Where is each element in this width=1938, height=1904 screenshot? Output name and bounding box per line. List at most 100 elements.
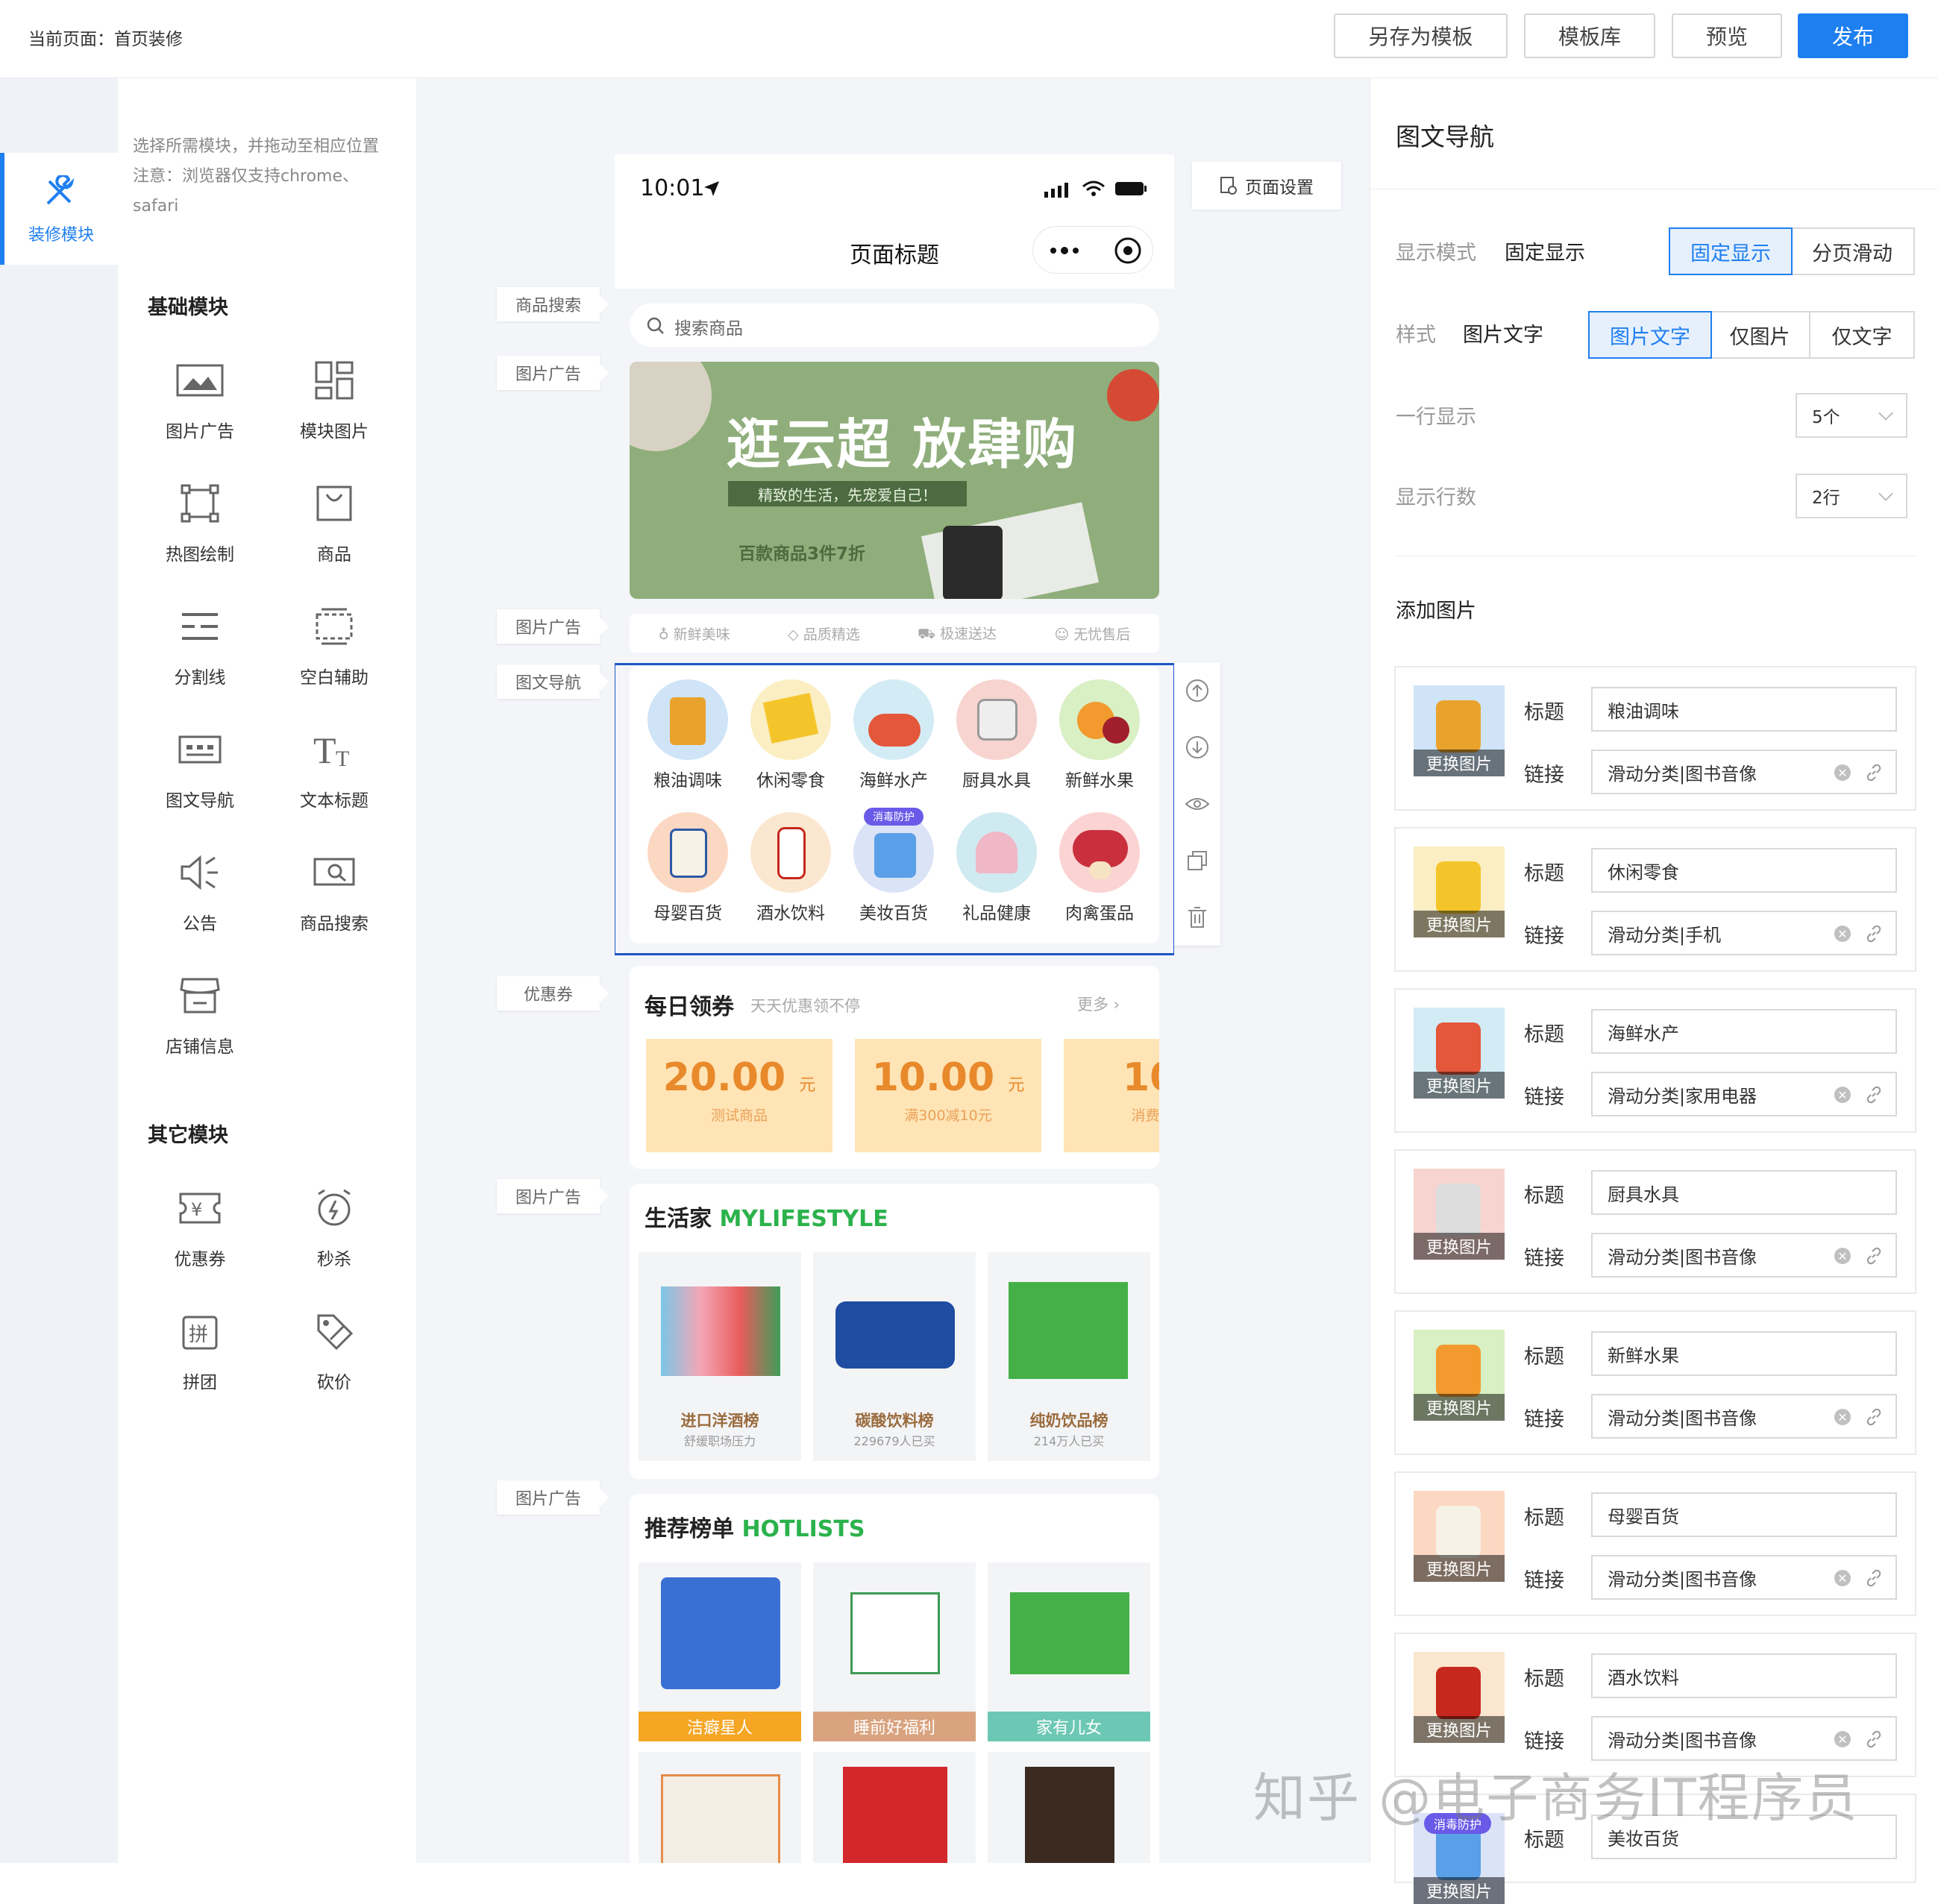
- title-field[interactable]: 厨具水具: [1591, 1170, 1897, 1215]
- preview-button[interactable]: 预览: [1672, 13, 1782, 58]
- tag-product-search[interactable]: 商品搜索: [497, 287, 609, 321]
- nav-item[interactable]: 消毒防护 美妆百货: [841, 808, 946, 924]
- option-paged[interactable]: 分页滑动: [1791, 229, 1913, 274]
- lifestyle-card[interactable]: 纯奶饮品榜 214万人已买: [988, 1252, 1150, 1461]
- module-product[interactable]: 商品: [278, 470, 390, 574]
- lifestyle-card[interactable]: 进口洋酒榜 舒缓职场压力: [639, 1252, 801, 1461]
- nav-item[interactable]: 新鲜水果: [1047, 679, 1152, 791]
- link-icon[interactable]: [1864, 1246, 1884, 1266]
- publish-button[interactable]: 发布: [1798, 13, 1908, 58]
- hotlist-card[interactable]: 洁癖星人: [639, 1562, 801, 1741]
- coupon-card[interactable]: 20.00 元测试商品: [646, 1039, 832, 1152]
- module-bargain[interactable]: 砍价: [278, 1298, 390, 1402]
- tag-coupon[interactable]: 优惠券: [497, 976, 609, 1011]
- replace-image-button[interactable]: 更换图片: [1414, 911, 1505, 937]
- item-thumbnail[interactable]: 更换图片: [1414, 685, 1505, 776]
- hotlist-card[interactable]: [813, 1752, 976, 1863]
- replace-image-button[interactable]: 更换图片: [1414, 1877, 1505, 1904]
- link-icon[interactable]: [1864, 1568, 1884, 1588]
- clear-icon[interactable]: ✕: [1834, 1087, 1851, 1103]
- module-notice[interactable]: 公告: [144, 839, 256, 943]
- delete-icon[interactable]: [1174, 889, 1220, 946]
- nav-item[interactable]: 礼品健康: [944, 812, 1049, 924]
- module-group-buy[interactable]: 拼拼团: [144, 1298, 256, 1402]
- tag-image-ad[interactable]: 图片广告: [497, 1480, 609, 1515]
- nav-item[interactable]: 母婴百货: [636, 812, 740, 924]
- tag-image-ad[interactable]: 图片广告: [497, 609, 609, 644]
- module-image-nav[interactable]: 图文导航: [144, 716, 256, 820]
- item-thumbnail[interactable]: 更换图片: [1414, 1491, 1505, 1582]
- move-down-icon[interactable]: [1174, 719, 1220, 776]
- tab-decoration-modules[interactable]: 装修模块: [0, 153, 118, 265]
- hotlist-card[interactable]: [639, 1752, 801, 1863]
- template-library-button[interactable]: 模板库: [1524, 13, 1655, 58]
- link-field[interactable]: 滑动分类|图书音像 ✕: [1591, 1716, 1897, 1761]
- clear-icon[interactable]: ✕: [1834, 1731, 1851, 1747]
- module-store-info[interactable]: 店铺信息: [144, 962, 256, 1066]
- link-icon[interactable]: [1864, 763, 1884, 782]
- clear-icon[interactable]: ✕: [1834, 926, 1851, 942]
- module-block-image[interactable]: 模块图片: [278, 347, 390, 451]
- replace-image-button[interactable]: 更换图片: [1414, 1555, 1505, 1582]
- hotlist-card[interactable]: 睡前好福利: [813, 1562, 976, 1741]
- module-coupon[interactable]: ¥ 优惠券: [144, 1175, 256, 1279]
- banner-image[interactable]: 逛云超 放肆购 精致的生活，先宠爱自己！ 百款商品3件7折: [630, 362, 1159, 599]
- module-hotspot[interactable]: 热图绘制: [144, 470, 256, 574]
- item-thumbnail[interactable]: 更换图片: [1414, 1169, 1505, 1260]
- clear-icon[interactable]: ✕: [1834, 1248, 1851, 1264]
- item-thumbnail[interactable]: 更换图片: [1414, 1008, 1505, 1099]
- item-thumbnail[interactable]: 更换图片: [1414, 1330, 1505, 1421]
- coupon-card[interactable]: 10.00 元满300减10元: [855, 1039, 1041, 1152]
- title-field[interactable]: 粮油调味: [1591, 687, 1897, 732]
- lifestyle-card[interactable]: 碳酸饮料榜 229679人已买: [813, 1252, 976, 1461]
- clear-icon[interactable]: ✕: [1834, 764, 1851, 781]
- search-input[interactable]: 搜索商品: [630, 304, 1159, 347]
- replace-image-button[interactable]: 更换图片: [1414, 1233, 1505, 1260]
- tag-image-nav[interactable]: 图文导航: [497, 664, 609, 699]
- nav-item[interactable]: 厨具水具: [944, 679, 1049, 791]
- coupon-card[interactable]: 10.消费满2: [1064, 1039, 1159, 1152]
- nav-item[interactable]: 休闲零食: [738, 679, 843, 791]
- hotlist-card[interactable]: [988, 1752, 1150, 1863]
- tag-image-ad[interactable]: 图片广告: [497, 1179, 609, 1213]
- clear-icon[interactable]: ✕: [1834, 1409, 1851, 1425]
- replace-image-button[interactable]: 更换图片: [1414, 1716, 1505, 1743]
- hotlist-card[interactable]: 家有儿女: [988, 1562, 1150, 1741]
- module-blank[interactable]: 空白辅助: [278, 593, 390, 697]
- per-row-select[interactable]: 5个: [1796, 393, 1907, 438]
- option-text-only[interactable]: 仅文字: [1810, 312, 1913, 357]
- page-setting-button[interactable]: 页面设置: [1192, 162, 1341, 210]
- eye-icon[interactable]: [1174, 776, 1220, 832]
- title-field[interactable]: 新鲜水果: [1591, 1331, 1897, 1376]
- item-thumbnail[interactable]: 更换图片: [1414, 1652, 1505, 1743]
- link-icon[interactable]: [1864, 924, 1884, 943]
- clear-icon[interactable]: ✕: [1834, 1570, 1851, 1586]
- replace-image-button[interactable]: 更换图片: [1414, 1072, 1505, 1099]
- capsule-menu[interactable]: [1032, 226, 1153, 274]
- coupon-more-link[interactable]: 更多 ›: [1077, 993, 1120, 1015]
- module-flash-sale[interactable]: 秒杀: [278, 1175, 390, 1279]
- link-field[interactable]: 滑动分类|手机 ✕: [1591, 911, 1897, 955]
- module-divider[interactable]: 分割线: [144, 593, 256, 697]
- nav-item[interactable]: 海鲜水产: [841, 679, 946, 791]
- title-field[interactable]: 休闲零食: [1591, 848, 1897, 893]
- link-icon[interactable]: [1864, 1407, 1884, 1427]
- save-as-template-button[interactable]: 另存为模板: [1334, 13, 1508, 58]
- replace-image-button[interactable]: 更换图片: [1414, 1394, 1505, 1421]
- rows-select[interactable]: 2行: [1796, 474, 1907, 518]
- title-field[interactable]: 海鲜水产: [1591, 1009, 1897, 1054]
- title-field[interactable]: 酒水饮料: [1591, 1653, 1897, 1698]
- title-field[interactable]: 母婴百货: [1591, 1492, 1897, 1537]
- option-image-text[interactable]: 图片文字: [1588, 311, 1712, 359]
- link-field[interactable]: 滑动分类|图书音像 ✕: [1591, 750, 1897, 794]
- nav-item[interactable]: 酒水饮料: [738, 812, 843, 924]
- link-icon[interactable]: [1864, 1085, 1884, 1105]
- module-product-search[interactable]: 商品搜索: [278, 839, 390, 943]
- module-image-ad[interactable]: 图片广告: [144, 347, 256, 451]
- replace-image-button[interactable]: 更换图片: [1414, 750, 1505, 776]
- link-field[interactable]: 滑动分类|图书音像 ✕: [1591, 1233, 1897, 1278]
- link-field[interactable]: 滑动分类|图书音像 ✕: [1591, 1394, 1897, 1439]
- module-text-title[interactable]: T T 文本标题: [278, 716, 390, 820]
- nav-item[interactable]: 粮油调味: [636, 679, 740, 791]
- option-fixed[interactable]: 固定显示: [1669, 227, 1793, 275]
